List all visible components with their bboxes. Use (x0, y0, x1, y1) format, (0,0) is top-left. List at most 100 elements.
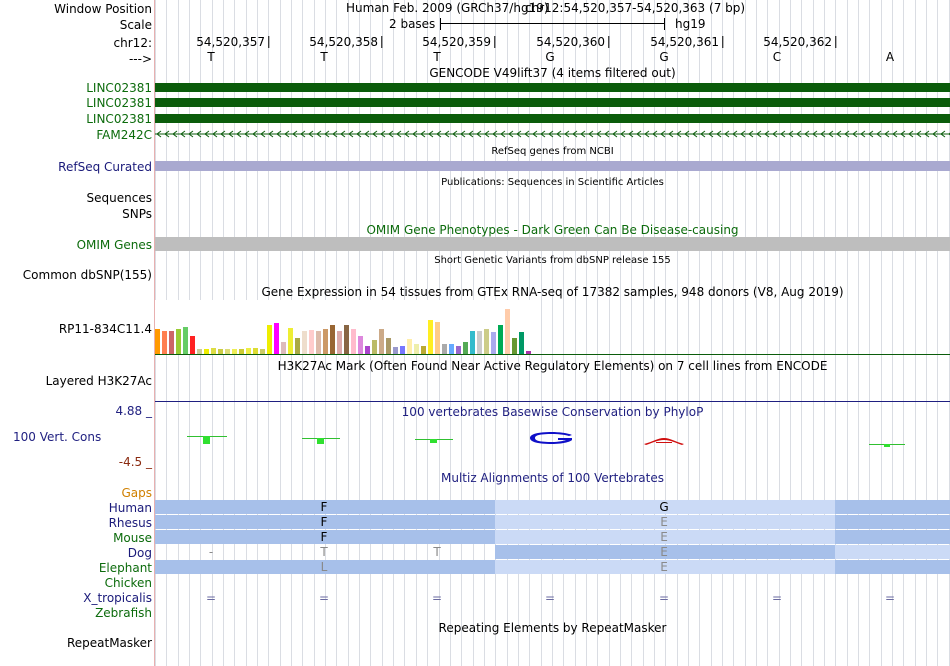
multiz-block[interactable] (835, 515, 950, 529)
base-letter: T (207, 50, 215, 64)
window-position: chr12:54,520,357-54,520,363 (7 bp) (525, 1, 746, 15)
gtex-tissue-bar[interactable] (484, 329, 489, 354)
species-label-dog[interactable]: Dog (128, 546, 152, 560)
gtex-tissue-bar[interactable] (169, 331, 174, 354)
gtex-tissue-bar[interactable] (414, 344, 419, 354)
gene-bar-linc02381[interactable] (155, 83, 950, 92)
gtex-tissue-bar[interactable] (428, 320, 433, 354)
alignment-letter: E (660, 530, 668, 544)
repeatmasker-track-title: Repeating Elements by RepeatMasker (438, 621, 667, 635)
snps-label[interactable]: SNPs (122, 207, 152, 221)
gtex-tissue-bar[interactable] (323, 329, 328, 354)
gtex-tissue-bar[interactable] (288, 328, 293, 354)
alignment-letter: = (318, 591, 330, 605)
omim-genes-label[interactable]: OMIM Genes (77, 238, 152, 252)
gtex-tissue-bar[interactable] (435, 322, 440, 354)
alignment-letter: L (320, 560, 328, 574)
species-label-human[interactable]: Human (109, 501, 152, 515)
gtex-tissue-bar[interactable] (379, 329, 384, 354)
gtex-tissue-bar[interactable] (456, 346, 461, 354)
gtex-tissue-bar[interactable] (470, 331, 475, 354)
gtex-tissue-bar[interactable] (393, 347, 398, 354)
gtex-tissue-bar[interactable] (519, 332, 524, 354)
gtex-tissue-bar[interactable] (267, 325, 272, 354)
h3k27ac-baseline (155, 401, 950, 402)
gtex-tissue-bar[interactable] (337, 331, 342, 354)
gene-label-linc02381-2[interactable]: LINC02381 (86, 96, 152, 110)
gtex-tissue-bar[interactable] (183, 327, 188, 354)
gtex-tissue-bar[interactable] (302, 331, 307, 354)
gene-bar-linc02381[interactable] (155, 98, 950, 107)
multiz-block[interactable] (835, 545, 950, 559)
species-label-rhesus[interactable]: Rhesus (109, 516, 152, 530)
gtex-tissue-bar[interactable] (330, 325, 335, 354)
gtex-gene-label[interactable]: RP11-834C11.4 (59, 322, 152, 336)
gene-bar-fam242c[interactable] (155, 128, 950, 140)
gtex-tissue-bar[interactable] (505, 309, 510, 354)
gtex-tissue-bar[interactable] (155, 329, 160, 354)
species-label-elephant[interactable]: Elephant (99, 561, 152, 575)
gtex-tissue-bar[interactable] (365, 346, 370, 354)
gtex-tissue-bar[interactable] (316, 331, 321, 354)
gtex-tissue-bar[interactable] (400, 346, 405, 354)
gtex-tissue-bar[interactable] (351, 329, 356, 354)
gene-bar-linc02381[interactable] (155, 114, 950, 123)
alignment-letter: T (433, 545, 441, 559)
gtex-tissue-bar[interactable] (477, 331, 482, 354)
gtex-tissue-bar[interactable] (358, 336, 363, 354)
vert-cons-label[interactable]: 100 Vert. Cons (13, 430, 101, 444)
gtex-tissue-bar[interactable] (295, 338, 300, 354)
layered-h3k27ac-label[interactable]: Layered H3K27Ac (46, 374, 152, 388)
alignment-letter: = (544, 591, 556, 605)
species-label-mouse[interactable]: Mouse (113, 531, 152, 545)
cons-score (884, 444, 890, 447)
gtex-tissue-bar[interactable] (344, 325, 349, 354)
sequences-label[interactable]: Sequences (87, 191, 152, 205)
alignment-letter: F (320, 530, 328, 544)
gtex-tissue-bar[interactable] (190, 336, 195, 354)
gtex-tissue-bar[interactable] (512, 338, 517, 354)
base-letter: C (772, 50, 782, 64)
alignment-letter: = (658, 591, 670, 605)
gtex-tissue-bar[interactable] (274, 323, 279, 354)
common-dbsnp-label[interactable]: Common dbSNP(155) (23, 268, 152, 282)
alignment-letter: F (320, 515, 328, 529)
gtex-tissue-bar[interactable] (498, 325, 503, 354)
gene-label-linc02381-3[interactable]: LINC02381 (86, 112, 152, 126)
gtex-tissue-bar[interactable] (421, 346, 426, 354)
gtex-tissue-bar[interactable] (449, 344, 454, 354)
gtex-tissue-bar[interactable] (386, 338, 391, 354)
gtex-tissue-bar[interactable] (162, 331, 167, 354)
gene-label-linc02381-1[interactable]: LINC02381 (86, 81, 152, 95)
species-label-xtropicalis[interactable]: X_tropicalis (83, 591, 152, 605)
gene-label-fam242c[interactable]: FAM242C (96, 128, 152, 142)
publications-track-title: Publications: Sequences in Scientific Ar… (441, 177, 664, 188)
species-label-zebrafish[interactable]: Zebrafish (95, 606, 152, 620)
gtex-tissue-bar[interactable] (281, 342, 286, 354)
phylop-track-title: 100 vertebrates Basewise Conservation by… (401, 405, 704, 419)
gtex-tissue-bar[interactable] (176, 329, 181, 354)
multiz-block[interactable] (835, 500, 950, 514)
alignment-letter: E (660, 560, 668, 574)
gtex-tissue-bar[interactable] (463, 342, 468, 354)
ruler-position: 54,520,360 (536, 35, 609, 49)
logo-letter-a-icon (644, 438, 684, 445)
track-data-area[interactable]: Human Feb. 2009 (GRCh37/hg19) chr12:54,5… (155, 0, 950, 666)
refseq-curated-bar[interactable] (155, 161, 950, 171)
repeatmasker-label[interactable]: RepeatMasker (67, 636, 152, 650)
multiz-block[interactable] (835, 530, 950, 544)
gtex-tissue-bar[interactable] (372, 340, 377, 354)
refseq-curated-label[interactable]: RefSeq Curated (58, 160, 152, 174)
omim-gene-bar[interactable] (155, 237, 950, 251)
alignment-letter: F (320, 500, 328, 514)
multiz-block[interactable] (835, 560, 950, 574)
assembly-title: Human Feb. 2009 (GRCh37/hg19) (346, 1, 549, 15)
gencode-track-title: GENCODE V49lift37 (4 items filtered out) (429, 66, 676, 80)
gtex-tissue-bar[interactable] (491, 332, 496, 354)
gtex-bar-chart[interactable] (155, 300, 535, 354)
gtex-tissue-bar[interactable] (442, 344, 447, 354)
species-label-chicken[interactable]: Chicken (105, 576, 152, 590)
cons-score (317, 438, 324, 444)
gtex-tissue-bar[interactable] (407, 339, 412, 354)
gtex-tissue-bar[interactable] (309, 330, 314, 354)
